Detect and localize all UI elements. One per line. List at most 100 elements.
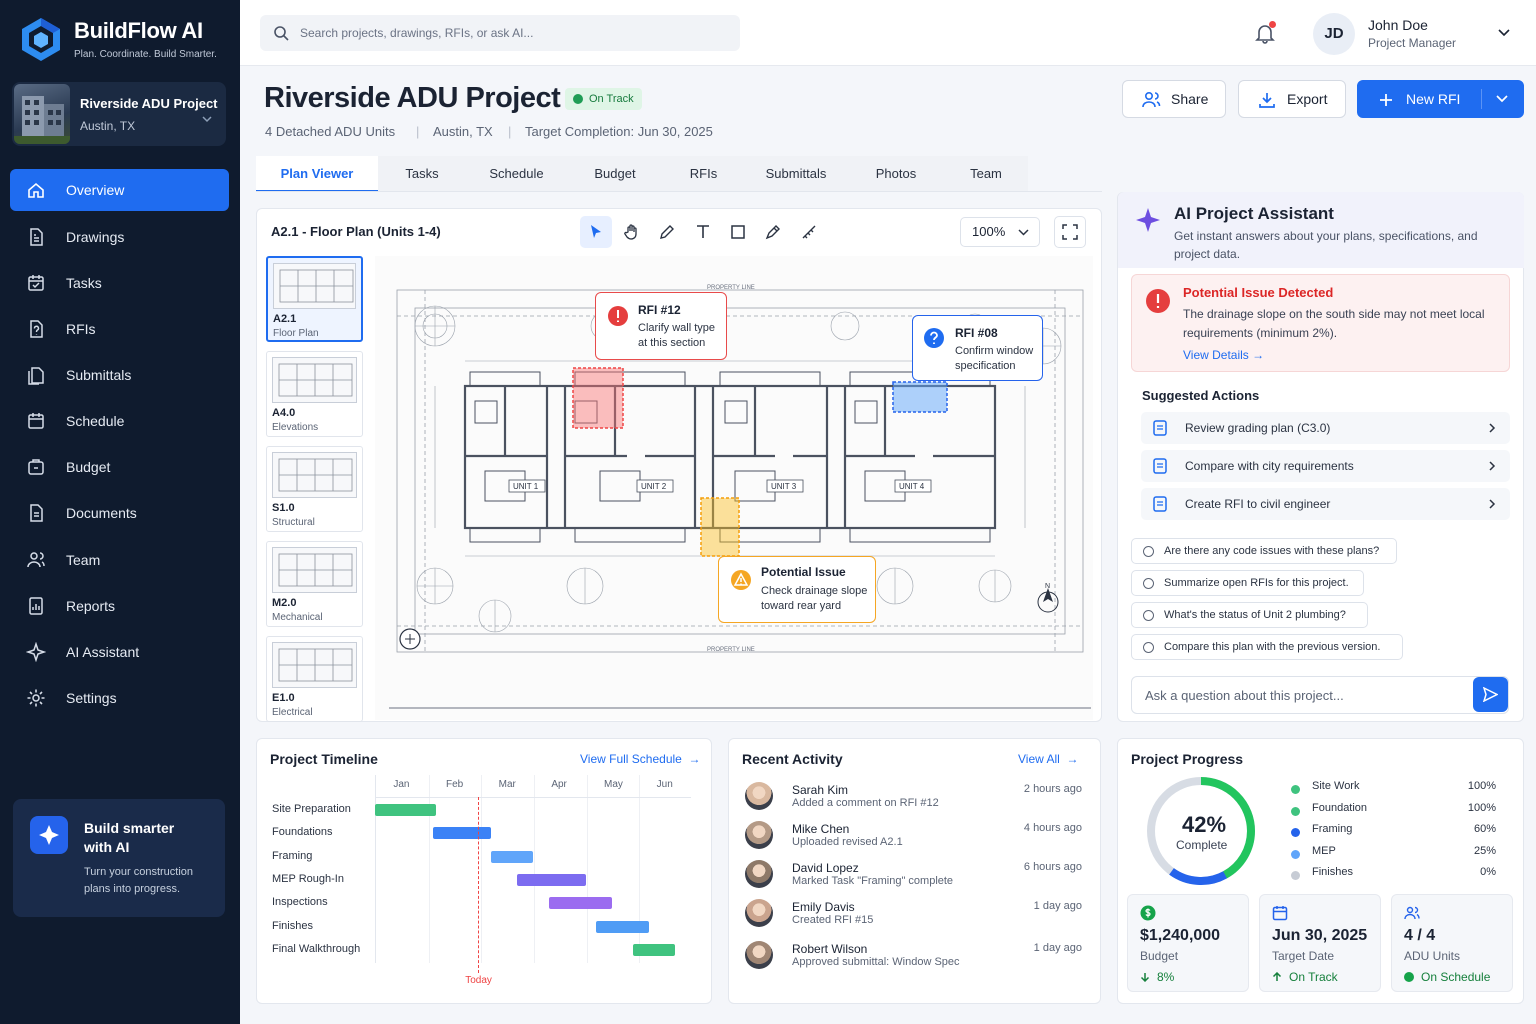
rectangle-tool-button[interactable]	[722, 216, 754, 248]
sidebar-item-reports[interactable]: Reports	[10, 585, 229, 627]
sidebar-item-budget[interactable]: Budget	[10, 446, 229, 488]
sheet-name: Mechanical	[272, 612, 323, 623]
sheet-thumbnail[interactable]: E1.0 Electrical	[266, 636, 363, 722]
fullscreen-button[interactable]	[1054, 216, 1086, 248]
measure-tool-button[interactable]	[793, 216, 825, 248]
sidebar-item-documents[interactable]: Documents	[10, 492, 229, 534]
rfi-08-callout[interactable]: RFI #08 Confirm window specification	[912, 315, 1043, 381]
sheet-name: Electrical	[272, 707, 313, 718]
suggested-prompt[interactable]: Compare this plan with the previous vers…	[1131, 634, 1403, 660]
avatar[interactable]	[745, 782, 773, 810]
suggested-prompt[interactable]: Summarize open RFIs for this project.	[1131, 570, 1364, 596]
avatar[interactable]	[745, 860, 773, 888]
sheet-thumbnail[interactable]: M2.0 Mechanical	[266, 541, 363, 627]
stat-sub: On Track	[1289, 970, 1338, 984]
legend-value: 100%	[1467, 801, 1496, 814]
tab-submittals[interactable]: Submittals	[744, 156, 848, 192]
suggested-action[interactable]: Create RFI to civil engineer	[1141, 488, 1510, 520]
tab-rfis[interactable]: RFIs	[663, 156, 744, 192]
sidebar-item-overview[interactable]: Overview	[10, 169, 229, 211]
export-label: Export	[1287, 91, 1328, 107]
activity-user[interactable]: Robert Wilson	[792, 942, 867, 956]
sparkle-icon	[26, 642, 46, 662]
share-button[interactable]: Share	[1122, 80, 1226, 118]
activity-user[interactable]: David Lopez	[792, 861, 859, 875]
pan-tool-button[interactable]	[616, 216, 648, 248]
potential-issue-callout[interactable]: Potential Issue Check drainage slope tow…	[718, 556, 876, 623]
sheet-thumbnail[interactable]: S1.0 Structural	[266, 446, 363, 532]
ask-box[interactable]	[1131, 676, 1509, 714]
gantt-bar[interactable]	[596, 920, 649, 933]
sidebar-item-ai-assistant[interactable]: AI Assistant	[10, 631, 229, 673]
arrow-right-icon: →	[1252, 348, 1265, 362]
avatar[interactable]	[745, 899, 773, 927]
zoom-select[interactable]: 100%	[960, 217, 1040, 247]
draw-tool-button[interactable]	[651, 216, 683, 248]
search-input[interactable]	[300, 15, 730, 51]
chevron-down-icon[interactable]	[1496, 95, 1508, 104]
gantt-bar[interactable]	[548, 897, 612, 910]
rfi-08-title: RFI #08	[955, 326, 998, 340]
gantt-bar[interactable]	[517, 873, 586, 886]
today-line	[478, 797, 480, 973]
legend-value: 100%	[1467, 780, 1496, 792]
gantt-bar[interactable]	[375, 804, 436, 816]
sidebar-item-drawings[interactable]: Drawings	[10, 216, 229, 258]
activity-user[interactable]: Emily Davis	[792, 900, 855, 914]
gantt-bar[interactable]	[633, 943, 676, 956]
sidebar-item-settings[interactable]: Settings	[10, 677, 229, 719]
text-tool-button[interactable]	[687, 216, 719, 248]
sidebar-item-team[interactable]: Team	[10, 539, 229, 581]
view-all-link[interactable]: View All →	[1018, 752, 1078, 766]
promo-card[interactable]: Build smarter with AI Turn your construc…	[13, 799, 225, 917]
sidebar-item-label: Reports	[66, 598, 116, 614]
markup-tool-button[interactable]	[757, 216, 789, 248]
sidebar-item-rfis[interactable]: RFIs	[10, 308, 229, 350]
search-box[interactable]	[260, 15, 740, 51]
sidebar-item-tasks[interactable]: Tasks	[10, 262, 229, 304]
view-full-schedule-link[interactable]: View Full Schedule →	[580, 752, 701, 766]
sidebar-item-submittals[interactable]: Submittals	[10, 354, 229, 396]
view-details-link[interactable]: View Details →	[1183, 348, 1264, 362]
download-icon	[1259, 93, 1275, 108]
tab-photos[interactable]: Photos	[848, 156, 944, 192]
sidebar-item-schedule[interactable]: Schedule	[10, 400, 229, 442]
tab-tasks[interactable]: Tasks	[378, 156, 466, 192]
check-circle-icon	[1404, 972, 1414, 982]
suggested-action-label: Compare with city requirements	[1185, 459, 1354, 473]
issue-callout-title: Potential Issue	[761, 565, 846, 579]
gantt-bar[interactable]	[432, 827, 491, 840]
activity-user[interactable]: Sarah Kim	[792, 783, 848, 797]
view-full-schedule-label: View Full Schedule	[580, 752, 682, 766]
tab-budget[interactable]: Budget	[567, 156, 663, 192]
ask-input[interactable]	[1145, 677, 1465, 713]
sheet-thumbnail[interactable]: A4.0 Elevations	[266, 351, 363, 437]
export-button[interactable]: Export	[1238, 80, 1346, 118]
stat-value: $1,240,000	[1140, 927, 1221, 944]
new-rfi-button[interactable]: New RFI	[1357, 80, 1524, 118]
issue-body: The drainage slope on the south side may…	[1183, 307, 1485, 340]
user-avatar[interactable]: JD	[1313, 13, 1355, 55]
avatar[interactable]	[745, 941, 773, 969]
gantt-bar[interactable]	[490, 850, 533, 863]
user-menu-chevron-icon[interactable]	[1498, 28, 1510, 38]
suggested-prompt[interactable]: Are there any code issues with these pla…	[1131, 538, 1397, 564]
activity-user[interactable]: Mike Chen	[792, 822, 849, 836]
project-switcher[interactable]: Riverside ADU Project Austin, TX	[12, 82, 226, 146]
tab-schedule[interactable]: Schedule	[466, 156, 567, 192]
avatar[interactable]	[745, 821, 773, 849]
drawing-icon	[26, 227, 46, 247]
sheet-thumbnail[interactable]: A2.1 Floor Plan	[266, 256, 363, 342]
tab-team[interactable]: Team	[944, 156, 1028, 192]
select-tool-button[interactable]	[580, 216, 612, 248]
sheet-preview	[272, 452, 357, 498]
user-role: Project Manager	[1368, 36, 1457, 50]
rfi-12-callout[interactable]: RFI #12 Clarify wall type at this sectio…	[595, 292, 727, 360]
notification-dot	[1269, 21, 1276, 28]
rectangle-icon	[731, 225, 745, 239]
suggested-action[interactable]: Compare with city requirements	[1141, 450, 1510, 482]
send-button[interactable]	[1473, 677, 1508, 712]
suggested-prompt[interactable]: What's the status of Unit 2 plumbing?	[1131, 602, 1368, 628]
tab-plan-viewer[interactable]: Plan Viewer	[256, 156, 378, 192]
suggested-action[interactable]: Review grading plan (C3.0)	[1141, 412, 1510, 444]
